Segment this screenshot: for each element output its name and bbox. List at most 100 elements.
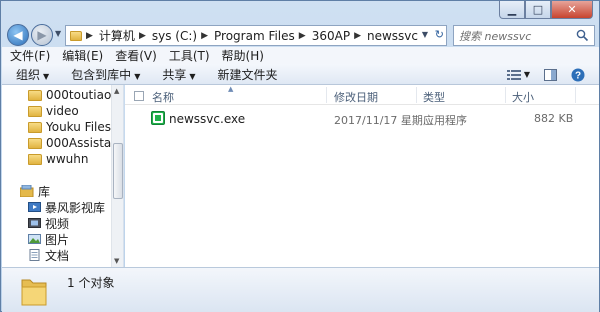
- film-icon: [28, 218, 41, 228]
- chevron-right-icon[interactable]: ▶: [201, 31, 208, 41]
- column-size[interactable]: 大小: [512, 89, 534, 105]
- organize-button[interactable]: 组织 ▼: [16, 66, 49, 83]
- nav-folder-youku-files[interactable]: Youku Files: [28, 119, 111, 135]
- address-dropdown[interactable]: ▼: [422, 30, 428, 39]
- document-icon: [29, 249, 40, 261]
- column-divider[interactable]: [505, 87, 506, 103]
- column-type[interactable]: 类型: [423, 89, 445, 105]
- close-button[interactable]: ✕: [551, 1, 593, 19]
- chevron-right-icon[interactable]: ▶: [86, 31, 93, 41]
- scroll-thumb[interactable]: [113, 143, 123, 199]
- nav-scrollbar[interactable]: ▲ ▼: [111, 85, 123, 267]
- nav-library-videos[interactable]: 视频: [28, 215, 69, 231]
- folder-icon: [70, 30, 82, 41]
- library-label: 库: [38, 184, 51, 199]
- chevron-right-icon[interactable]: ▶: [299, 31, 306, 41]
- folder-icon: [28, 89, 42, 101]
- help-icon: ?: [571, 68, 585, 81]
- menu-bar: 文件(F) 编辑(E) 查看(V) 工具(T) 帮助(H): [2, 47, 599, 64]
- nav-folder-000toutiao[interactable]: 000toutiao: [28, 87, 111, 103]
- menu-help[interactable]: 帮助(H): [222, 47, 264, 64]
- breadcrumb-360ap[interactable]: 360AP: [312, 29, 350, 43]
- refresh-icon[interactable]: ↻: [435, 28, 444, 41]
- forward-button[interactable]: ▶: [31, 24, 53, 46]
- nav-library-label: 图片: [45, 232, 70, 247]
- folder-icon: [28, 105, 42, 117]
- file-date: 2017/11/17 星期...: [334, 114, 434, 127]
- address-bar[interactable]: ▶ 计算机 ▶ sys (C:) ▶ Program Files ▶ 360AP…: [65, 25, 447, 46]
- picture-icon: [28, 234, 41, 244]
- column-divider[interactable]: [575, 87, 576, 103]
- chevron-down-icon: ▼: [134, 71, 141, 81]
- include-library-button[interactable]: 包含到库中 ▼: [71, 66, 140, 83]
- share-button[interactable]: 共享 ▼: [162, 66, 195, 83]
- nav-library-label: 暴风影视库: [45, 200, 106, 215]
- chevron-down-icon: ▼: [189, 71, 196, 81]
- folder-icon: [21, 279, 47, 306]
- svg-text:?: ?: [575, 70, 581, 81]
- breadcrumb-drive[interactable]: sys (C:): [152, 29, 197, 43]
- command-bar: 组织 ▼ 包含到库中 ▼ 共享 ▼ 新建文件夹 ▼ ?: [2, 64, 599, 85]
- breadcrumb-computer[interactable]: 计算机: [99, 27, 135, 44]
- search-input[interactable]: 搜索 newssvc: [453, 25, 595, 46]
- column-divider[interactable]: [416, 87, 417, 103]
- view-options-button[interactable]: ▼: [506, 69, 530, 81]
- caption-buttons: ▁ □ ✕: [499, 1, 593, 19]
- nav-library-baofeng[interactable]: 暴风影视库: [28, 199, 105, 215]
- recent-pages-dropdown[interactable]: ▼: [55, 29, 61, 38]
- preview-pane-button[interactable]: [544, 68, 557, 81]
- sort-indicator-icon: ▲: [228, 85, 234, 93]
- maximize-button[interactable]: □: [525, 1, 551, 19]
- scroll-up-icon[interactable]: ▲: [114, 87, 119, 95]
- column-divider[interactable]: [326, 87, 327, 103]
- address-row: ◀ ▶ ▼ ▶ 计算机 ▶ sys (C:) ▶ Program Files ▶…: [5, 23, 597, 47]
- nav-folder-label: wwuhn: [46, 152, 89, 166]
- chevron-down-icon: ▼: [523, 70, 530, 79]
- share-label: 共享: [162, 67, 187, 82]
- scroll-down-icon[interactable]: ▼: [114, 257, 119, 265]
- nav-library-pictures[interactable]: 图片: [28, 231, 69, 247]
- status-text: 1 个对象: [67, 276, 115, 290]
- details-pane: 1 个对象: [2, 267, 599, 312]
- video-library-icon: [28, 202, 41, 212]
- minimize-button[interactable]: ▁: [499, 1, 525, 19]
- nav-library-documents[interactable]: 文档: [28, 247, 69, 263]
- menu-tools[interactable]: 工具(T): [169, 47, 210, 64]
- chevron-down-icon: ▼: [43, 71, 50, 81]
- file-type: 应用程序: [423, 114, 467, 127]
- new-folder-button[interactable]: 新建文件夹: [218, 66, 278, 83]
- nav-folder-video[interactable]: video: [28, 103, 79, 119]
- select-all-checkbox[interactable]: [134, 91, 144, 101]
- menu-file[interactable]: 文件(F): [10, 47, 50, 64]
- view-controls: ▼ ?: [506, 64, 599, 85]
- column-name[interactable]: 名称: [152, 89, 174, 105]
- nav-folder-label: video: [46, 104, 79, 118]
- nav-folder-label: 000toutiao: [46, 88, 112, 102]
- list-view-icon: [506, 69, 521, 80]
- arrow-left-icon: ◀: [13, 28, 23, 42]
- navigation-pane: 000toutiao video Youku Files 000Assistan…: [2, 85, 124, 267]
- breadcrumb-program-files[interactable]: Program Files: [214, 29, 295, 43]
- include-library-label: 包含到库中: [71, 67, 132, 82]
- nav-library[interactable]: 库: [20, 183, 50, 199]
- nav-folder-wwuhn[interactable]: wwuhn: [28, 151, 88, 167]
- chevron-right-icon[interactable]: ▶: [139, 31, 146, 41]
- column-date[interactable]: 修改日期: [334, 89, 378, 105]
- file-row[interactable]: newssvc.exe 2017/11/17 星期... 应用程序 882 KB: [125, 109, 599, 129]
- help-button[interactable]: ?: [571, 68, 585, 82]
- menu-edit[interactable]: 编辑(E): [62, 47, 103, 64]
- chevron-right-icon[interactable]: ▶: [354, 31, 361, 41]
- nav-folder-label: Youku Files: [46, 120, 112, 134]
- folder-icon: [28, 153, 42, 165]
- column-header-row: ▲ 名称 修改日期 类型 大小: [125, 85, 599, 105]
- nav-folder-000assistant[interactable]: 000Assistant: [28, 135, 123, 151]
- library-icon: [20, 185, 34, 197]
- back-button[interactable]: ◀: [7, 24, 29, 46]
- menu-view[interactable]: 查看(V): [115, 47, 157, 64]
- breadcrumb-newssvc[interactable]: newssvc: [367, 29, 418, 43]
- nav-library-label: 文档: [45, 248, 70, 263]
- organize-label: 组织: [16, 67, 41, 82]
- search-icon[interactable]: [576, 29, 589, 42]
- file-name: newssvc.exe: [169, 112, 246, 126]
- file-size: 882 KB: [534, 112, 574, 125]
